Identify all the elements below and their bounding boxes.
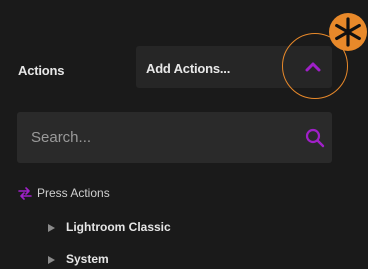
dropdown-value: Add Actions... [146,61,231,76]
chevron-up-icon[interactable] [300,58,326,76]
press-actions-icon [18,186,32,200]
actions-label: Actions [18,63,65,78]
search-box[interactable]: Search... [17,112,332,163]
search-input[interactable]: Search... [31,129,91,146]
asterisk-icon [328,12,368,52]
tree-group-press-actions[interactable]: Press Actions [37,186,110,200]
tree-item-lightroom-classic[interactable]: Lightroom Classic [66,220,171,234]
tree-item-system[interactable]: System [66,252,109,266]
expand-arrow-icon[interactable] [48,224,55,232]
expand-arrow-icon[interactable] [48,256,55,264]
add-actions-dropdown[interactable]: Add Actions... [136,46,332,88]
actions-panel: Actions Add Actions... Search... Press A… [0,0,368,269]
search-icon[interactable] [305,128,325,148]
